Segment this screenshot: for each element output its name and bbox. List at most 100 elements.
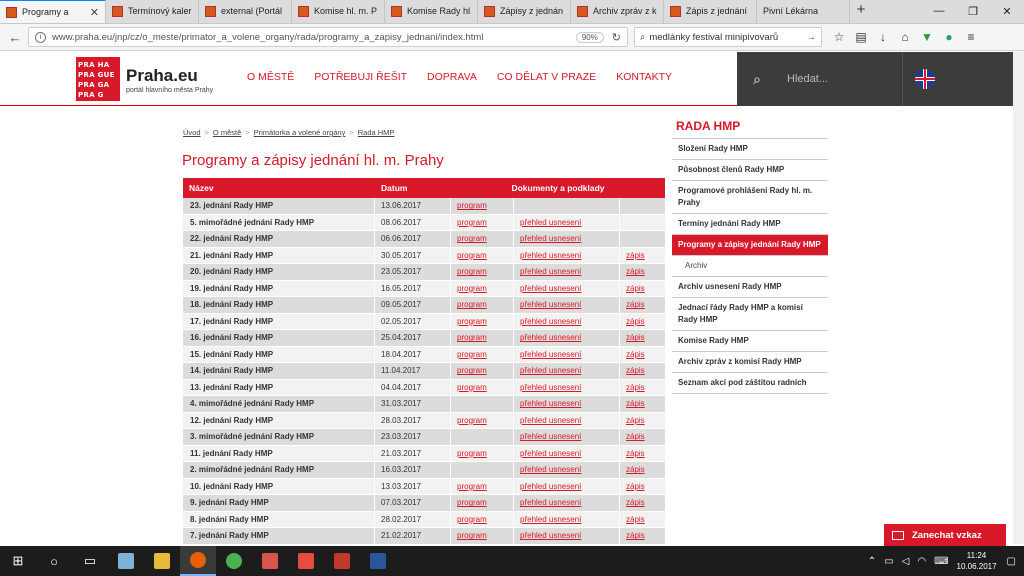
program-link[interactable]: program [457, 267, 487, 276]
program-link[interactable]: program [457, 284, 487, 293]
program-link[interactable]: program [457, 531, 487, 540]
sidebar-item[interactable]: Programové prohlášení Rady hl. m. Prahy [672, 181, 828, 214]
sidebar-item[interactable]: Termíny jednání Rady HMP [672, 214, 828, 235]
program-link[interactable]: program [457, 350, 487, 359]
sidebar-item[interactable]: Komise Rady HMP [672, 331, 828, 352]
sidebar-item[interactable]: Archiv zpráv z komisí Rady HMP [672, 352, 828, 373]
minutes-link[interactable]: zápis [626, 432, 645, 441]
minutes-link[interactable]: zápis [626, 531, 645, 540]
sidebar-item[interactable]: Archiv usnesení Rady HMP [672, 277, 828, 298]
resolutions-link[interactable]: přehled usnesení [520, 498, 581, 507]
cortana-search-icon[interactable]: ○ [36, 546, 72, 576]
site-search[interactable]: ⌕ Hledat... [737, 52, 902, 106]
program-link[interactable]: program [457, 317, 487, 326]
nav-item[interactable]: CO DĚLAT V PRAZE [497, 71, 596, 83]
minutes-link[interactable]: zápis [626, 251, 645, 260]
resolutions-link[interactable]: přehled usnesení [520, 416, 581, 425]
browser-tab[interactable]: Zápisy z jednán [478, 0, 571, 23]
sidebar-item[interactable]: Složení Rady HMP [672, 139, 828, 160]
close-window-icon[interactable]: ✕ [990, 0, 1024, 22]
site-search-input[interactable]: Hledat... [787, 73, 828, 85]
browser-tab[interactable]: Zápis z jednání [664, 0, 757, 23]
minutes-link[interactable]: zápis [626, 383, 645, 392]
browser-tab[interactable]: Pivní Lékárna [757, 0, 850, 23]
resolutions-link[interactable]: přehled usnesení [520, 383, 581, 392]
minutes-link[interactable]: zápis [626, 449, 645, 458]
brand[interactable]: Praha.eu portál hlavního města Prahy [126, 66, 213, 94]
resolutions-link[interactable]: přehled usnesení [520, 284, 581, 293]
minutes-link[interactable]: zápis [626, 498, 645, 507]
app-icon-paint[interactable] [252, 546, 288, 576]
tray-volume-icon[interactable]: ◁ [902, 556, 910, 567]
program-link[interactable]: program [457, 218, 487, 227]
minutes-link[interactable]: zápis [626, 267, 645, 276]
sidebar-item[interactable]: Archiv [672, 256, 828, 277]
sidebar-item[interactable]: Jednací řády Rady HMP a komisí Rady HMP [672, 298, 828, 331]
search-go-arrow-icon[interactable]: → [807, 32, 817, 43]
app-icon-green[interactable] [216, 546, 252, 576]
grammarly-icon[interactable]: ● [938, 27, 960, 47]
sidebar-item[interactable]: Působnost členů Rady HMP [672, 160, 828, 181]
search-icon[interactable]: ⌕ [737, 71, 777, 88]
browser-tab[interactable]: Programy a ✕ [0, 0, 106, 23]
back-arrow-icon[interactable]: ← [6, 28, 24, 46]
breadcrumb-link[interactable]: Rada HMP [358, 128, 395, 137]
resolutions-link[interactable]: přehled usnesení [520, 465, 581, 474]
browser-tab[interactable]: Komise Rady hl. [385, 0, 478, 23]
browser-tab[interactable]: Termínový kaler [106, 0, 199, 23]
sidebar-item[interactable]: Seznam akcí pod záštitou radních [672, 373, 828, 394]
program-link[interactable]: program [457, 416, 487, 425]
resolutions-link[interactable]: přehled usnesení [520, 300, 581, 309]
new-tab-plus-icon[interactable]: + [850, 0, 872, 23]
resolutions-link[interactable]: přehled usnesení [520, 350, 581, 359]
restore-icon[interactable]: ❐ [956, 0, 990, 22]
minutes-link[interactable]: zápis [626, 317, 645, 326]
program-link[interactable]: program [457, 482, 487, 491]
info-icon[interactable]: i [35, 31, 46, 43]
minutes-link[interactable]: zápis [626, 465, 645, 474]
start-windows-icon[interactable]: ⊞ [0, 546, 36, 576]
browser-tab[interactable]: Komise hl. m. P [292, 0, 385, 23]
program-link[interactable]: program [457, 383, 487, 392]
app-icon-media[interactable] [288, 546, 324, 576]
reader-list-icon[interactable]: ▤ [850, 27, 872, 47]
breadcrumb-link[interactable]: O městě [213, 128, 241, 137]
program-link[interactable]: program [457, 300, 487, 309]
acrobat-icon[interactable] [324, 546, 360, 576]
resolutions-link[interactable]: přehled usnesení [520, 432, 581, 441]
tray-chevron-icon[interactable]: ⌃ [868, 556, 876, 567]
minimize-icon[interactable]: — [922, 0, 956, 22]
resolutions-link[interactable]: přehled usnesení [520, 251, 581, 260]
resolutions-link[interactable]: přehled usnesení [520, 482, 581, 491]
page-scrollbar[interactable] [1013, 52, 1024, 544]
program-link[interactable]: program [457, 333, 487, 342]
browser-tab[interactable]: Archiv zpráv z k [571, 0, 664, 23]
notifications-icon[interactable]: ▢ [1007, 556, 1016, 567]
breadcrumb-link[interactable]: Úvod [183, 128, 201, 137]
download-icon[interactable]: ↓ [872, 27, 894, 47]
minutes-link[interactable]: zápis [626, 300, 645, 309]
address-bar[interactable]: i www.praha.eu/jnp/cz/o_meste/primator_a… [28, 27, 628, 47]
zoom-badge[interactable]: 90% [575, 31, 604, 43]
firefox-icon[interactable] [180, 546, 216, 576]
program-link[interactable]: program [457, 515, 487, 524]
program-link[interactable]: program [457, 251, 487, 260]
minutes-link[interactable]: zápis [626, 416, 645, 425]
reload-icon[interactable]: ↻ [612, 31, 621, 44]
nav-item[interactable]: KONTAKTY [616, 71, 672, 83]
nav-item[interactable]: DOPRAVA [427, 71, 477, 83]
menu-icon[interactable]: ≡ [960, 27, 982, 47]
resolutions-link[interactable]: přehled usnesení [520, 531, 581, 540]
sidebar-item[interactable]: Programy a zápisy jednání Rady HMP [672, 235, 828, 256]
nav-item[interactable]: O MĚSTĚ [247, 71, 294, 83]
minutes-link[interactable]: zápis [626, 350, 645, 359]
resolutions-link[interactable]: přehled usnesení [520, 267, 581, 276]
task-view-icon[interactable]: ▭ [72, 546, 108, 576]
minutes-link[interactable]: zápis [626, 284, 645, 293]
word-icon[interactable] [360, 546, 396, 576]
praha-logo[interactable]: PRA HA PRA GUE PRA GA PRA G [76, 57, 120, 101]
resolutions-link[interactable]: přehled usnesení [520, 218, 581, 227]
tray-keyboard-icon[interactable]: ⌨ [934, 556, 948, 567]
browser-tab[interactable]: external (Portál [199, 0, 292, 23]
leave-message-button[interactable]: Zanechat vzkaz [884, 524, 1006, 546]
